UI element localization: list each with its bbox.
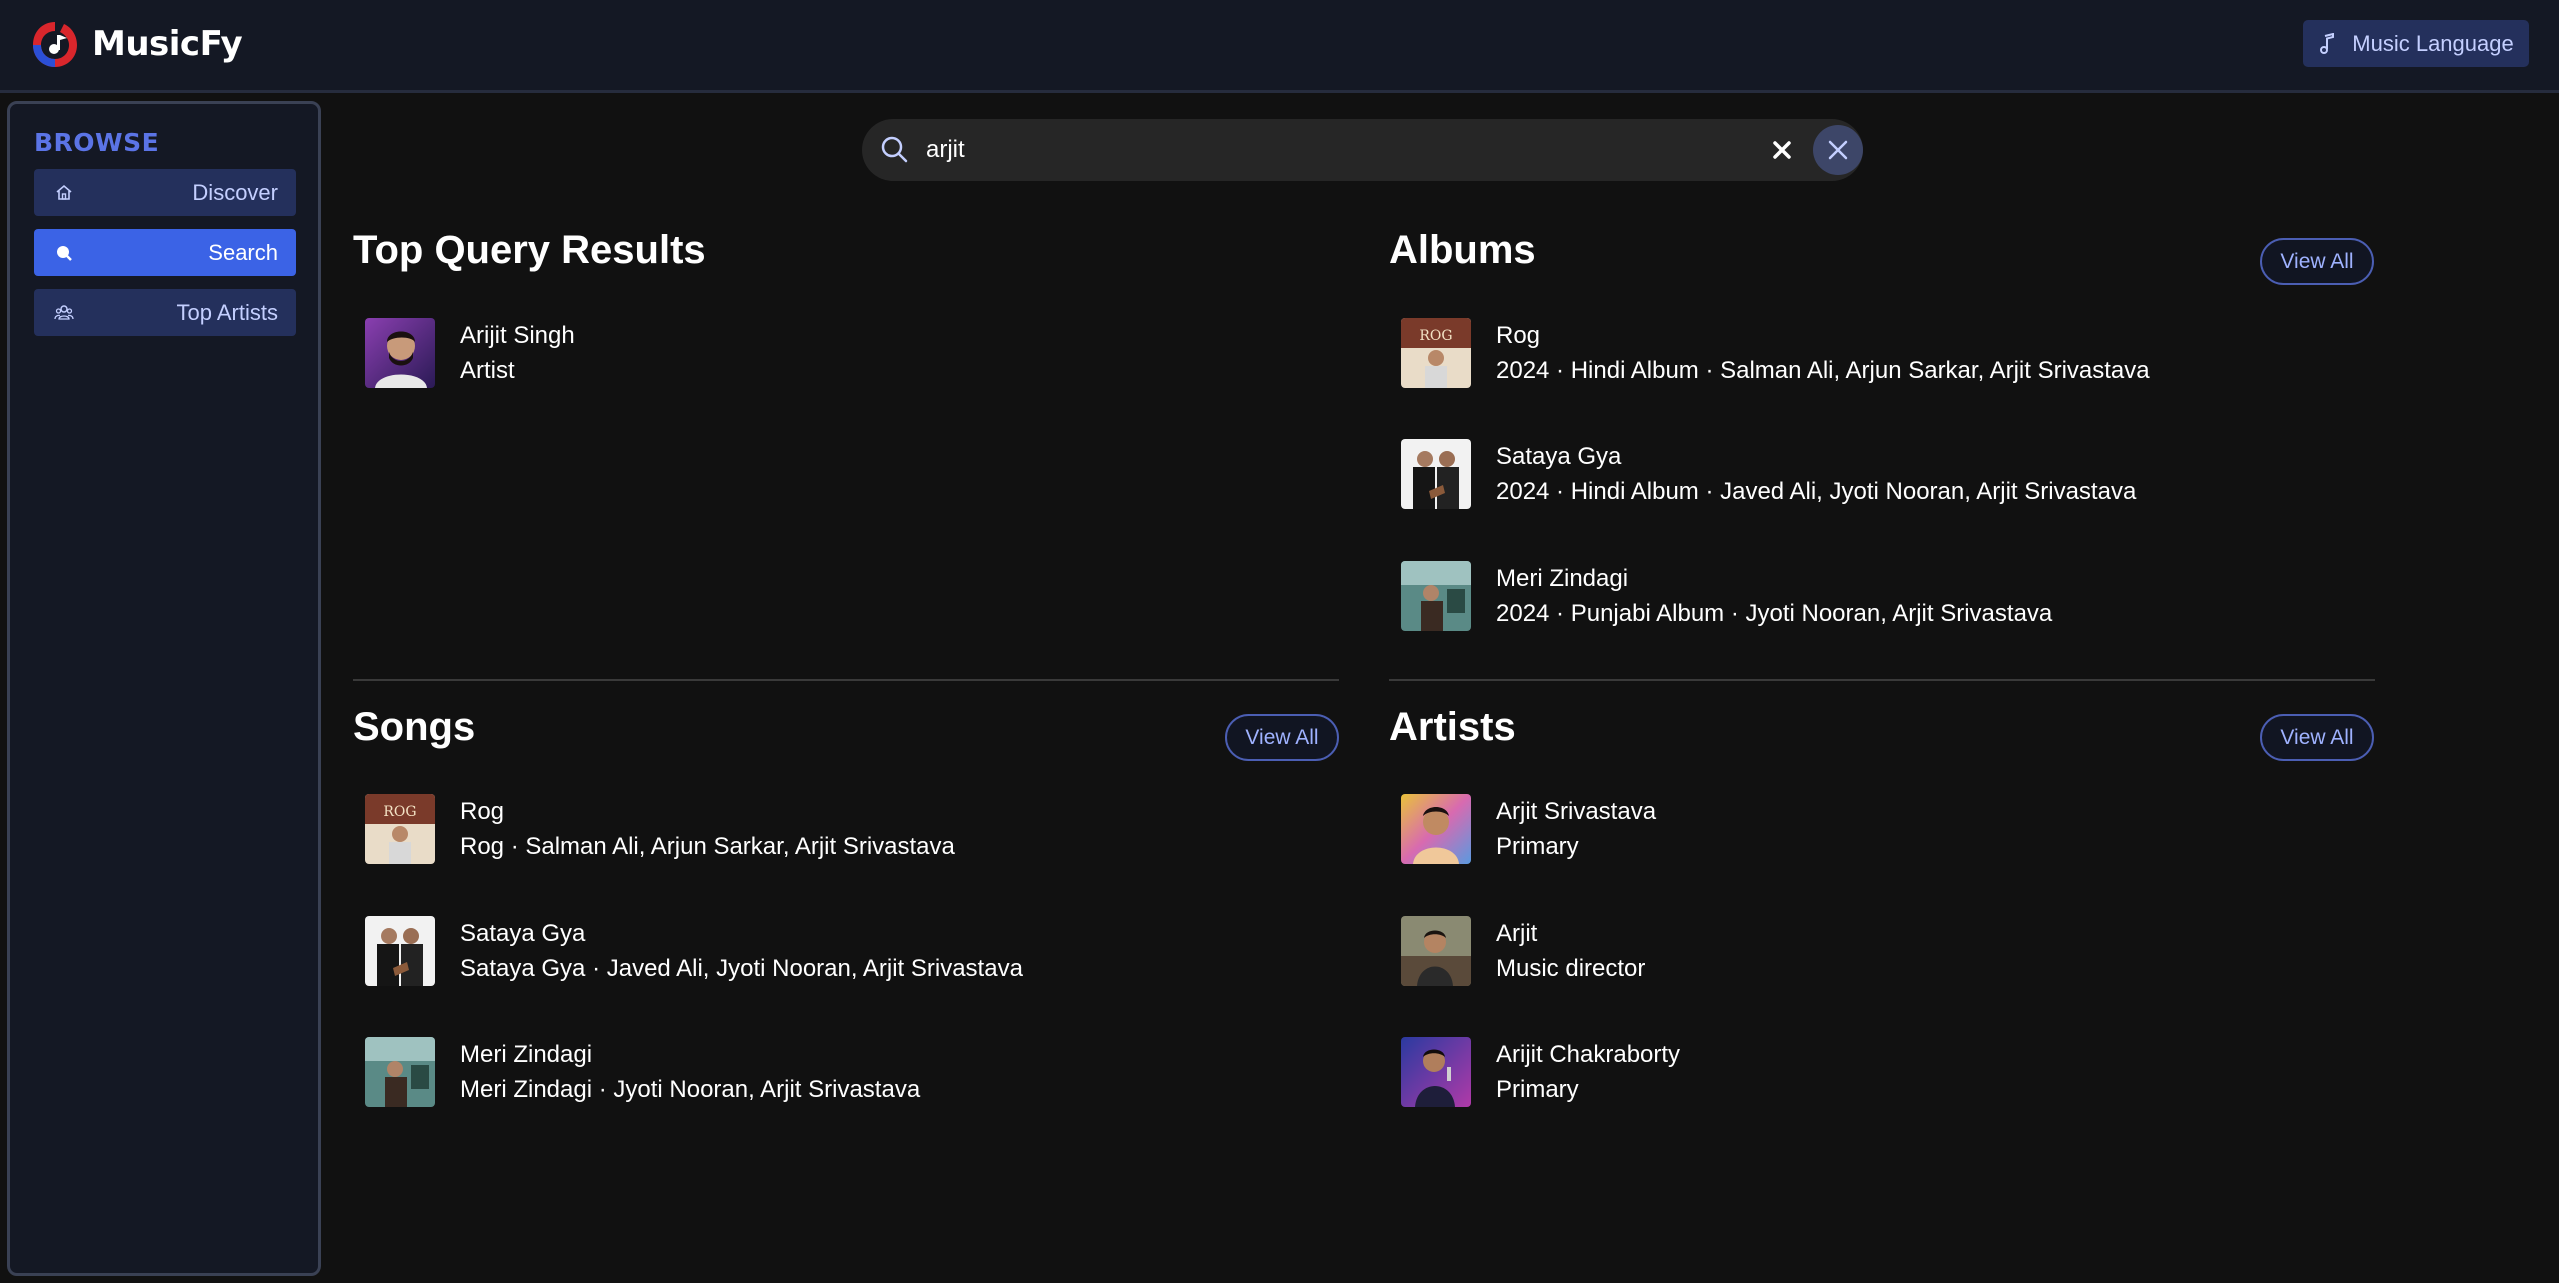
sidebar-item-label: Search: [208, 239, 278, 265]
albums-title: Albums: [1389, 228, 1536, 272]
item-title: Rog: [460, 797, 505, 825]
music-language-label: Music Language: [2352, 30, 2514, 56]
close-search-button[interactable]: [1813, 125, 1863, 175]
item-subtitle: 2024 · Hindi Album · Javed Ali, Jyoti No…: [1496, 477, 2137, 505]
clear-icon[interactable]: [1770, 138, 1794, 162]
item-subtitle: Primary: [1496, 832, 1579, 860]
item-subtitle: Rog · Salman Ali, Arjun Sarkar, Arjit Sr…: [460, 832, 955, 860]
music-language-button[interactable]: Music Language: [2303, 20, 2529, 67]
app-logo[interactable]: MusicFy: [30, 18, 243, 70]
song-item[interactable]: ROG Rog Rog · Salman Ali, Arjun Sarkar, …: [365, 794, 955, 864]
logo-icon: [33, 22, 77, 67]
artists-view-all-button[interactable]: View All: [2260, 714, 2374, 761]
album-thumbnail: [1401, 439, 1471, 509]
sidebar-item-top-artists[interactable]: Top Artists: [34, 289, 296, 336]
item-title: Sataya Gya: [460, 919, 586, 947]
svg-text:ROG: ROG: [383, 804, 416, 820]
search-icon: [881, 136, 908, 163]
item-title: Arjit Srivastava: [1496, 797, 1657, 825]
close-icon: [1828, 140, 1848, 160]
item-title: Meri Zindagi: [1496, 564, 1629, 592]
sidebar-item-label: Discover: [192, 179, 278, 205]
artist-thumbnail: [1401, 1037, 1471, 1107]
artists-title: Artists: [1389, 705, 1516, 749]
top-results-title: Top Query Results: [353, 228, 706, 272]
item-title: Meri Zindagi: [460, 1040, 593, 1068]
album-thumbnail: [1401, 561, 1471, 631]
item-subtitle: 2024 · Hindi Album · Salman Ali, Arjun S…: [1496, 356, 2150, 384]
item-title: Sataya Gya: [1496, 442, 1622, 470]
sidebar-item-discover[interactable]: Discover: [34, 169, 296, 216]
item-title: Rog: [1496, 321, 1541, 349]
sidebar: BROWSE Discover Search Top Artists: [7, 101, 321, 1276]
album-thumbnail: ROG: [1401, 318, 1471, 388]
artist-item[interactable]: Arjit Music director: [1401, 916, 1645, 986]
item-title: Arijit Chakraborty: [1496, 1040, 1681, 1068]
song-thumbnail: [365, 916, 435, 986]
album-item[interactable]: Sataya Gya 2024 · Hindi Album · Javed Al…: [1401, 439, 2136, 509]
song-item[interactable]: Sataya Gya Sataya Gya · Javed Ali, Jyoti…: [365, 916, 1023, 986]
song-item[interactable]: Meri Zindagi Meri Zindagi · Jyoti Nooran…: [365, 1037, 920, 1107]
album-item[interactable]: ROG Rog 2024 · Hindi Album · Salman Ali,…: [1401, 318, 2150, 388]
svg-text:ROG: ROG: [1419, 328, 1452, 344]
item-subtitle: Artist: [460, 356, 515, 384]
songs-view-all-button[interactable]: View All: [1225, 714, 1339, 761]
sidebar-item-search[interactable]: Search: [34, 229, 296, 276]
song-thumbnail: [365, 1037, 435, 1107]
section-divider: [353, 679, 1339, 681]
artist-thumbnail: [365, 318, 435, 388]
item-title: Arjit: [1496, 919, 1538, 947]
item-subtitle: 2024 · Punjabi Album · Jyoti Nooran, Arj…: [1496, 599, 2053, 627]
music-note-icon: [2320, 32, 2335, 54]
search-input[interactable]: [926, 127, 1626, 173]
top-result-item[interactable]: Arijit Singh Artist: [365, 318, 575, 388]
item-subtitle: Sataya Gya · Javed Ali, Jyoti Nooran, Ar…: [460, 954, 1023, 982]
artist-thumbnail: [1401, 794, 1471, 864]
artist-item[interactable]: Arijit Chakraborty Primary: [1401, 1037, 1680, 1107]
search-icon: [57, 245, 72, 261]
search-bar: [862, 119, 1863, 181]
song-thumbnail: ROG: [365, 794, 435, 864]
songs-title: Songs: [353, 705, 476, 749]
item-subtitle: Meri Zindagi · Jyoti Nooran, Arjit Sriva…: [460, 1075, 921, 1103]
section-divider: [1389, 679, 2375, 681]
artist-item[interactable]: Arjit Srivastava Primary: [1401, 794, 1656, 864]
sidebar-title: BROWSE: [34, 128, 160, 157]
item-title: Arijit Singh: [460, 321, 575, 349]
home-icon: [56, 184, 72, 200]
item-subtitle: Music director: [1496, 954, 1646, 982]
item-subtitle: Primary: [1496, 1075, 1579, 1103]
sidebar-item-label: Top Artists: [176, 299, 278, 325]
artists-icon: [54, 304, 74, 320]
album-item[interactable]: Meri Zindagi 2024 · Punjabi Album · Jyot…: [1401, 561, 2052, 631]
artist-thumbnail: [1401, 916, 1471, 986]
albums-view-all-button[interactable]: View All: [2260, 238, 2374, 285]
app-name: MusicFy: [92, 24, 243, 64]
app-header: MusicFy Music Language: [0, 0, 2559, 93]
